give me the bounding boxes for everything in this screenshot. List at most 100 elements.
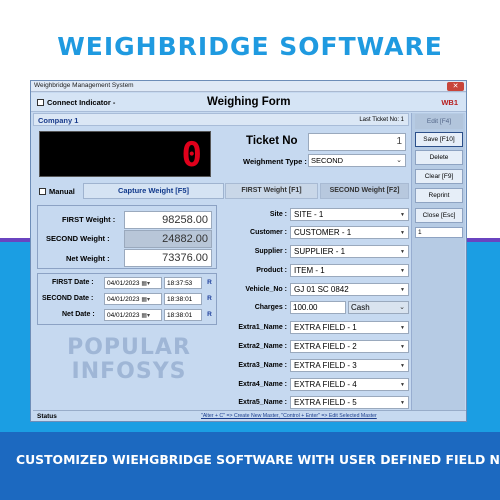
action-panel: Edit [F4] Save [F10] Delete Clear [F9] R… — [411, 113, 465, 413]
weights-group: FIRST Weight : 98258.00 SECOND Weight : … — [37, 205, 217, 269]
extra4-select[interactable]: EXTRA FIELD - 4 ▼ — [290, 378, 409, 391]
first-weight-input[interactable]: 98258.00 — [124, 211, 212, 229]
dropdown-arrow-icon[interactable]: ▼ — [400, 265, 405, 277]
weighment-type-select[interactable]: SECOND ⌄ — [308, 154, 406, 167]
customer-select[interactable]: CUSTOMER - 1 ▼ — [290, 226, 409, 239]
second-weight-label: SECOND Weight : — [46, 234, 110, 243]
charges-mode-select[interactable]: Cash ⌄ — [348, 301, 409, 314]
net-time-input[interactable]: 18:38:01 — [164, 309, 202, 321]
second-date-value: 04/01/2023 — [107, 296, 140, 303]
second-date-input[interactable]: 04/01/2023 ▦▾ — [104, 293, 162, 305]
second-weight-input[interactable]: 24882.00 — [124, 230, 212, 248]
dropdown-arrow-icon[interactable]: ▼ — [400, 379, 405, 391]
first-date-label: FIRST Date : — [52, 279, 94, 286]
weighment-type-value: SECOND — [311, 156, 344, 165]
form-header: Connect Indicator - Weighing Form WB1 — [31, 93, 466, 112]
dates-group: FIRST Date : 04/01/2023 ▦▾ 18:37:53 R SE… — [37, 273, 217, 325]
chevron-down-icon[interactable]: ⌄ — [396, 155, 402, 166]
net-date-input[interactable]: 04/01/2023 ▦▾ — [104, 309, 162, 321]
charges-label: Charges : — [254, 304, 287, 311]
watermark-line-1: POPULAR — [67, 335, 191, 360]
net-weight-label: Net Weight : — [66, 254, 110, 263]
dropdown-arrow-icon[interactable]: ▼ — [400, 360, 405, 372]
extra4-value: EXTRA FIELD - 4 — [294, 380, 357, 389]
manual-toggle[interactable]: Manual — [39, 187, 75, 196]
extra1-select[interactable]: EXTRA FIELD - 1 ▼ — [290, 321, 409, 334]
second-weight-button[interactable]: SECOND Weight [F2] — [320, 183, 409, 199]
refresh-second-button[interactable]: R — [205, 294, 214, 304]
extra2-label: Extra2_Name : — [238, 343, 287, 350]
reprint-button[interactable]: Reprint — [415, 188, 463, 203]
dropdown-arrow-icon[interactable]: ▼ — [400, 284, 405, 296]
dropdown-arrow-icon[interactable]: ▼ — [400, 397, 405, 409]
chevron-down-icon[interactable]: ⌄ — [399, 302, 405, 313]
delete-button[interactable]: Delete — [415, 150, 463, 165]
extra4-label: Extra4_Name : — [238, 381, 287, 388]
clear-button[interactable]: Clear [F9] — [415, 169, 463, 184]
dropdown-arrow-icon[interactable]: ▼ — [400, 341, 405, 353]
extra1-value: EXTRA FIELD - 1 — [294, 323, 357, 332]
save-button[interactable]: Save [F10] — [415, 132, 463, 147]
product-select[interactable]: ITEM - 1 ▼ — [290, 264, 409, 277]
capture-weight-button[interactable]: Capture Weight [F5] — [83, 183, 224, 199]
product-label: Product : — [256, 267, 287, 274]
side-input[interactable]: 1 — [415, 227, 463, 238]
connect-label: Connect Indicator - — [47, 98, 116, 107]
refresh-net-button[interactable]: R — [205, 310, 214, 320]
weighbridge-window: Weighbridge Management System ✕ Connect … — [30, 80, 467, 422]
weight-display: 0 — [39, 131, 211, 177]
extra3-value: EXTRA FIELD - 3 — [294, 361, 357, 370]
first-date-input[interactable]: 04/01/2023 ▦▾ — [104, 277, 162, 289]
extra5-label: Extra5_Name : — [238, 399, 287, 406]
charges-input[interactable]: 100.00 — [290, 301, 346, 314]
manual-checkbox[interactable] — [39, 188, 46, 195]
window-title: Weighbridge Management System — [34, 82, 134, 89]
extra5-value: EXTRA FIELD - 5 — [294, 398, 357, 407]
net-weight-input[interactable]: 73376.00 — [124, 249, 212, 267]
connect-checkbox[interactable] — [37, 99, 44, 106]
extra3-select[interactable]: EXTRA FIELD - 3 ▼ — [290, 359, 409, 372]
calendar-icon[interactable]: ▦▾ — [141, 297, 150, 303]
weighment-type-label: Weighment Type : — [243, 157, 307, 166]
first-date-value: 04/01/2023 — [107, 280, 140, 287]
dropdown-arrow-icon[interactable]: ▼ — [400, 209, 405, 221]
first-weight-label: FIRST Weight : — [62, 215, 116, 224]
product-value: ITEM - 1 — [294, 266, 325, 275]
extra5-select[interactable]: EXTRA FIELD - 5 ▼ — [290, 396, 409, 409]
refresh-first-button[interactable]: R — [205, 278, 214, 288]
calendar-icon[interactable]: ▦▾ — [141, 313, 150, 319]
net-date-value: 04/01/2023 — [107, 312, 140, 319]
site-select[interactable]: SITE - 1 ▼ — [290, 208, 409, 221]
close-button[interactable]: Close [Esc] — [415, 208, 463, 223]
close-icon[interactable]: ✕ — [447, 82, 464, 91]
dropdown-arrow-icon[interactable]: ▼ — [400, 227, 405, 239]
status-label: Status — [37, 413, 57, 420]
status-bar: Status "Alter + C" => Create New Master,… — [33, 410, 466, 421]
charges-mode-value: Cash — [351, 303, 370, 312]
supplier-label: Supplier : — [254, 248, 287, 255]
supplier-value: SUPPLIER - 1 — [294, 247, 346, 256]
shortcut-hint: "Alter + C" => Create New Master, "Contr… — [201, 413, 377, 419]
connect-indicator[interactable]: Connect Indicator - — [37, 98, 115, 107]
supplier-select[interactable]: SUPPLIER - 1 ▼ — [290, 245, 409, 258]
extra2-select[interactable]: EXTRA FIELD - 2 ▼ — [290, 340, 409, 353]
ticket-input[interactable]: 1 — [308, 133, 406, 151]
dropdown-arrow-icon[interactable]: ▼ — [400, 246, 405, 258]
display-value: 0 — [181, 135, 202, 175]
manual-label: Manual — [49, 187, 75, 196]
second-time-input[interactable]: 18:38:01 — [164, 293, 202, 305]
company-bar: Company 1 Last Ticket No: 1 — [33, 113, 409, 126]
form-title: Weighing Form — [207, 96, 291, 108]
weighbridge-id: WB1 — [441, 98, 458, 107]
headline: WEIGHBRIDGE SOFTWARE — [57, 32, 443, 61]
watermark-line-2: INFOSYS — [71, 359, 187, 384]
net-date-label: Net Date : — [62, 311, 95, 318]
first-weight-button[interactable]: FIRST Weight [F1] — [225, 183, 318, 199]
vehicle-select[interactable]: GJ 01 SC 0842 ▼ — [290, 283, 409, 296]
customer-value: CUSTOMER - 1 — [294, 228, 352, 237]
extra1-label: Extra1_Name : — [238, 324, 287, 331]
first-time-input[interactable]: 18:37:53 — [164, 277, 202, 289]
calendar-icon[interactable]: ▦▾ — [141, 281, 150, 287]
dropdown-arrow-icon[interactable]: ▼ — [400, 322, 405, 334]
edit-button[interactable]: Edit [F4] — [415, 114, 463, 129]
